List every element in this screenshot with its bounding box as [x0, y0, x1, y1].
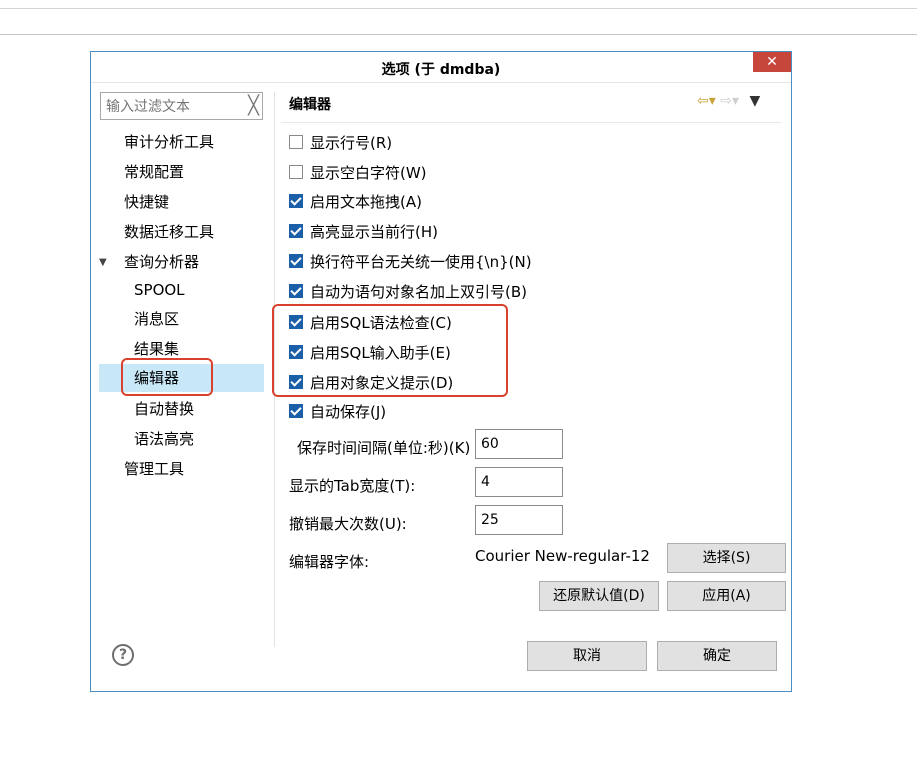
tree-item-general-config[interactable]: 常规配置 [124, 158, 184, 186]
expand-arrow-icon[interactable]: ▼ [99, 257, 107, 268]
forward-icon[interactable]: ⇨▾ [720, 93, 739, 109]
tab-width-label: 显示的Tab宽度(T): [289, 477, 416, 495]
tab-width-field[interactable]: 4 [475, 467, 563, 497]
checkbox-box[interactable] [289, 224, 303, 238]
editor-font-value: Courier New-regular-12 [475, 547, 650, 565]
checkbox-label: 自动为语句对象名加上双引号(B) [310, 283, 527, 301]
checkbox-box[interactable] [289, 284, 303, 298]
tree-item-syntax-highlight[interactable]: 语法高亮 [134, 425, 194, 453]
view-menu-icon[interactable]: ▼ [749, 93, 760, 109]
checkbox-label: 自动保存(J) [310, 403, 387, 421]
checkbox-label: 显示空白字符(W) [310, 164, 427, 182]
checkbox-auto-save[interactable]: 自动保存(J) [289, 401, 386, 423]
dialog-title: 选项 (于 dmdba) [381, 62, 501, 78]
tree-item-shortcuts[interactable]: 快捷键 [124, 188, 169, 216]
close-icon: ✕ [766, 54, 778, 70]
tree-item-spool[interactable]: SPOOL [134, 276, 185, 304]
cancel-button[interactable]: 取消 [527, 641, 647, 671]
autosave-interval-field[interactable]: 60 [475, 429, 563, 459]
back-icon[interactable]: ⇦▾ [697, 93, 716, 109]
checkbox-box[interactable] [289, 404, 303, 418]
panel-nav: ⇦▾ ⇨▾ ▼ [697, 93, 760, 109]
panel-title: 编辑器 [289, 97, 331, 113]
max-undo-label: 撤销最大次数(U): [289, 515, 407, 533]
checkbox-box[interactable] [289, 135, 303, 149]
checkbox-label: 启用文本拖拽(A) [310, 193, 422, 211]
highlight-box-sql-options [272, 304, 508, 397]
checkbox-label: 换行符平台无关统一使用{\n}(N) [310, 253, 532, 271]
filter-input[interactable] [104, 96, 238, 118]
checkbox-quote-object-names[interactable]: 自动为语句对象名加上双引号(B) [289, 281, 527, 303]
checkbox-label: 高亮显示当前行(H) [310, 223, 438, 241]
highlight-box-editor [121, 358, 213, 396]
tree-item-auto-replace[interactable]: 自动替换 [134, 395, 194, 423]
background-divider-top [0, 8, 917, 9]
max-undo-field[interactable]: 25 [475, 505, 563, 535]
close-button[interactable]: ✕ [753, 52, 791, 72]
checkbox-box[interactable] [289, 254, 303, 268]
tree-item-admin-tools[interactable]: 管理工具 [124, 455, 184, 483]
autosave-interval-label: 保存时间间隔(单位:秒)(K) [297, 439, 471, 457]
tree-item-data-migration[interactable]: 数据迁移工具 [124, 218, 214, 246]
clear-filter-icon[interactable]: ╳ [248, 95, 259, 116]
checkbox-show-line-numbers[interactable]: 显示行号(R) [289, 132, 392, 154]
panel-header-divider [281, 122, 781, 123]
checkbox-box[interactable] [289, 165, 303, 179]
tree-item-message-area[interactable]: 消息区 [134, 305, 179, 333]
tree-item-audit-analysis[interactable]: 审计分析工具 [124, 128, 214, 156]
checkbox-label: 显示行号(R) [310, 134, 393, 152]
background-divider [0, 34, 917, 35]
checkbox-highlight-current-line[interactable]: 高亮显示当前行(H) [289, 221, 438, 243]
editor-font-label: 编辑器字体: [289, 553, 370, 571]
ok-button[interactable]: 确定 [657, 641, 777, 671]
checkbox-unified-newline[interactable]: 换行符平台无关统一使用{\n}(N) [289, 251, 532, 273]
apply-button[interactable]: 应用(A) [667, 581, 786, 611]
dialog-titlebar[interactable]: 选项 (于 dmdba) ✕ [91, 52, 791, 83]
checkbox-enable-text-drag[interactable]: 启用文本拖拽(A) [289, 191, 422, 213]
checkbox-box[interactable] [289, 194, 303, 208]
options-dialog: 选项 (于 dmdba) ✕ ╳ 审计分析工具 常规配置 快捷键 数据迁移工具 … [90, 51, 792, 692]
filter-field[interactable]: ╳ [100, 92, 263, 120]
select-font-button[interactable]: 选择(S) [667, 543, 786, 573]
tree-item-query-analyzer[interactable]: 查询分析器 [124, 248, 199, 276]
checkbox-show-whitespace[interactable]: 显示空白字符(W) [289, 162, 427, 184]
restore-defaults-button[interactable]: 还原默认值(D) [539, 581, 659, 611]
help-icon[interactable]: ? [112, 644, 134, 666]
